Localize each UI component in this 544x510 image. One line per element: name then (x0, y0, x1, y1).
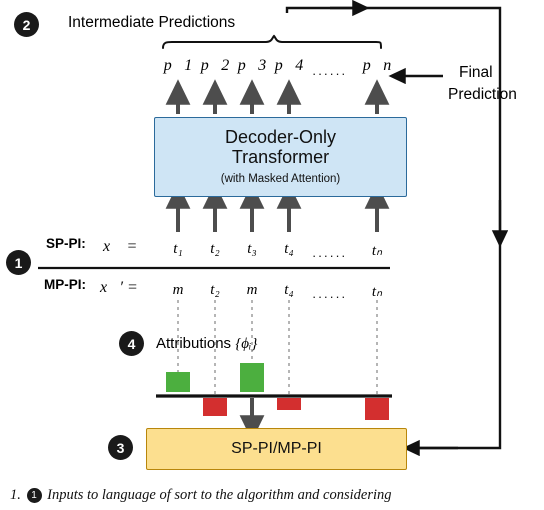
decoder-only-transformer-box[interactable]: Decoder-Only Transformer (with Masked At… (154, 117, 407, 197)
mp-pi-token-3: m (246, 282, 258, 298)
prediction-token-3: p⃗3 (237, 57, 267, 74)
badge-4: 4 (119, 331, 144, 356)
transformer-line1: Decoder-Only (224, 126, 337, 147)
mp-pi-ellipsis: ······ (312, 289, 347, 304)
mp-pi-token-4: t₄ (284, 282, 294, 298)
mp-pi-vector-symbol: x⃗′ = (100, 279, 138, 296)
attribution-method-box[interactable]: SP-PI/MP-PI (146, 428, 407, 470)
prediction-arrows (165, 79, 390, 114)
prediction-ellipsis: ······ (312, 66, 347, 81)
caption-prefix: 1. (10, 487, 21, 503)
attributions-text: Attributions (156, 335, 232, 352)
intermediate-predictions-title: Intermediate Predictions (68, 14, 236, 31)
sp-pi-token-n: tₙ (371, 243, 383, 259)
sp-pi-row-label: SP-PI: (46, 236, 86, 251)
sp-pi-vector-symbol: x⃗ = (103, 238, 138, 255)
prediction-brace (162, 34, 382, 49)
prediction-token-4: p⃗4 (274, 57, 304, 74)
badge-2: 2 (14, 12, 39, 37)
badge-1: 1 (6, 250, 31, 275)
mp-pi-token-n: tₙ (371, 284, 383, 300)
final-prediction-label-line1: Final (459, 64, 493, 81)
prediction-token-1: p⃗1 (163, 57, 193, 74)
diagram-canvas: 2 1 4 3 Intermediate Predictions Final P… (0, 0, 544, 510)
attributions-label: Attributions {ϕᵢ} (156, 335, 257, 353)
badge-3: 3 (108, 435, 133, 460)
input-arrows (165, 183, 390, 232)
mp-pi-token-2: t₂ (210, 282, 220, 298)
prediction-token-2: p⃗2 (200, 57, 230, 74)
sp-pi-token-1: t₁ (173, 241, 183, 257)
transformer-line2: Transformer (231, 146, 330, 167)
sp-pi-token-2: t₂ (210, 241, 220, 257)
attribution-method-label: SP-PI/MP-PI (231, 440, 322, 457)
attributions-math: {ϕᵢ} (235, 336, 258, 352)
caption-badge: 1 (26, 488, 42, 504)
prediction-token-n: p⃗n (362, 57, 392, 74)
sp-pi-ellipsis: ······ (312, 248, 347, 263)
transformer-line3: (with Masked Attention) (220, 172, 341, 185)
final-prediction-label-line2: Prediction (448, 86, 517, 103)
mp-pi-row-label: MP-PI: (44, 277, 86, 292)
sp-pi-token-4: t₄ (284, 241, 294, 257)
caption-text: Inputs to language of sort to the algori… (47, 487, 392, 503)
figure-caption: 1. 1 Inputs to language of sort to the a… (10, 487, 534, 504)
sp-pi-token-3: t₃ (247, 241, 257, 257)
attribution-bars (156, 363, 392, 420)
mp-pi-token-1: m (172, 282, 184, 298)
